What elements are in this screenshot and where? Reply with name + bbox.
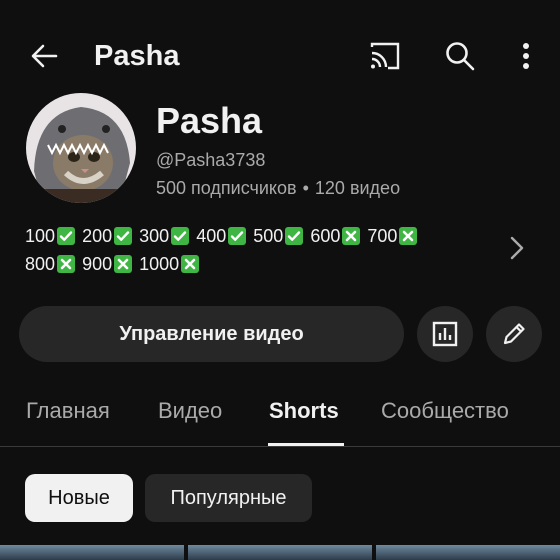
tab-videos[interactable]: Видео bbox=[158, 388, 222, 438]
tab-community[interactable]: Сообщество bbox=[381, 388, 509, 438]
subscriber-count: 500 подписчиков bbox=[156, 178, 297, 198]
milestone-number: 100 bbox=[25, 226, 56, 246]
check-mark-icon bbox=[171, 227, 190, 245]
search-icon[interactable] bbox=[438, 34, 482, 78]
short-thumbnail[interactable] bbox=[0, 545, 184, 560]
milestone-number: 900 bbox=[82, 254, 113, 274]
check-mark-icon bbox=[285, 227, 304, 245]
tab-shorts[interactable]: Shorts bbox=[269, 388, 339, 438]
description-line-1: 100 200 300 400 500 600 700 bbox=[25, 222, 475, 250]
cross-mark-icon bbox=[399, 227, 418, 245]
channel-description[interactable]: 100 200 300 400 500 600 700 800 900 1000 bbox=[25, 222, 475, 278]
back-arrow-icon[interactable] bbox=[22, 34, 66, 78]
channel-handle: @Pasha3738 bbox=[156, 150, 266, 170]
tab-home[interactable]: Главная bbox=[26, 388, 110, 438]
short-thumbnail[interactable] bbox=[376, 545, 560, 560]
channel-avatar[interactable] bbox=[26, 93, 136, 203]
cross-mark-icon bbox=[114, 255, 133, 273]
pencil-icon bbox=[503, 323, 525, 345]
active-tab-indicator bbox=[268, 443, 344, 446]
short-thumbnail[interactable] bbox=[188, 545, 372, 560]
channel-stats[interactable]: 500 подписчиков • 120 видео bbox=[156, 177, 400, 199]
more-options-icon[interactable] bbox=[504, 34, 548, 78]
milestone-number: 400 bbox=[196, 226, 227, 246]
edit-channel-button[interactable] bbox=[486, 306, 542, 362]
check-mark-icon bbox=[57, 227, 76, 245]
channel-tabs: Главная Видео Shorts Сообщество bbox=[0, 388, 560, 447]
chip-newest[interactable]: Новые bbox=[25, 474, 133, 522]
channel-name: Pasha bbox=[156, 100, 263, 141]
chevron-right-icon[interactable] bbox=[505, 235, 527, 266]
cross-mark-icon bbox=[181, 255, 200, 273]
cross-mark-icon bbox=[342, 227, 361, 245]
check-mark-icon bbox=[114, 227, 133, 245]
shorts-grid bbox=[0, 545, 560, 560]
milestone-number: 300 bbox=[139, 226, 170, 246]
milestone-number: 500 bbox=[253, 226, 284, 246]
manage-videos-button[interactable]: Управление видео bbox=[19, 306, 404, 362]
milestone-number: 1000 bbox=[139, 254, 180, 274]
video-count: 120 видео bbox=[314, 178, 401, 198]
milestone-number: 200 bbox=[82, 226, 113, 246]
milestone-number: 700 bbox=[367, 226, 398, 246]
milestone-number: 800 bbox=[25, 254, 56, 274]
chip-popular[interactable]: Популярные bbox=[145, 474, 312, 522]
check-mark-icon bbox=[228, 227, 247, 245]
cast-icon[interactable] bbox=[363, 34, 407, 78]
header-title: Pasha bbox=[94, 40, 180, 72]
analytics-icon bbox=[432, 321, 458, 347]
separator-dot: • bbox=[302, 178, 309, 198]
analytics-button[interactable] bbox=[417, 306, 473, 362]
description-line-2: 800 900 1000 bbox=[25, 250, 475, 278]
cross-mark-icon bbox=[57, 255, 76, 273]
milestone-number: 600 bbox=[310, 226, 341, 246]
